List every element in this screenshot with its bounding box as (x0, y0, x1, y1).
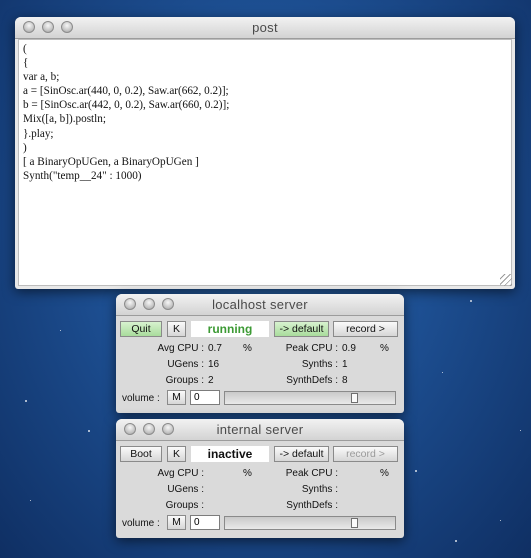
post-line: Mix([a, b]).postln; (23, 113, 106, 126)
minimize-icon[interactable] (42, 21, 54, 33)
window-title: localhost server (212, 297, 308, 312)
post-line: var a, b; (23, 71, 60, 84)
post-text-area[interactable]: ( { var a, b; a = [SinOsc.ar(440, 0, 0.2… (18, 39, 512, 286)
server-status: running (191, 321, 269, 337)
post-line: ) (23, 141, 27, 154)
synthdefs-label: SynthDefs : (286, 500, 338, 511)
internal-server-window: internal server Boot K inactive -> defau… (116, 419, 404, 538)
post-title-bar[interactable]: post (15, 17, 515, 39)
peak-cpu-percent: % (380, 343, 389, 354)
window-title: internal server (216, 422, 304, 437)
minimize-icon[interactable] (143, 298, 155, 310)
avg-cpu-percent: % (243, 468, 252, 479)
avg-cpu-label: Avg CPU : (157, 468, 205, 479)
internal-title-bar[interactable]: internal server (116, 419, 404, 441)
close-icon[interactable] (124, 298, 136, 310)
zoom-icon[interactable] (162, 423, 174, 435)
ugens-value: 16 (208, 359, 220, 370)
close-icon[interactable] (124, 423, 136, 435)
zoom-icon[interactable] (162, 298, 174, 310)
peak-cpu-label: Peak CPU : (285, 343, 338, 354)
post-line: b = [SinOsc.ar(442, 0, 0.2), Saw.ar(660,… (23, 99, 230, 112)
localhost-server-window: localhost server Quit K running -> defau… (116, 294, 404, 413)
resize-grip-icon[interactable] (500, 274, 512, 286)
record-button[interactable]: record > (333, 446, 398, 462)
volume-slider-knob[interactable] (351, 393, 358, 403)
volume-label: volume : (122, 518, 160, 529)
synthdefs-label: SynthDefs : (286, 375, 338, 386)
window-title: post (252, 20, 278, 35)
peak-cpu-label: Peak CPU : (285, 468, 338, 479)
avg-cpu-value: 0.7 (208, 343, 222, 354)
mute-button[interactable]: M (167, 390, 186, 405)
volume-slider[interactable] (224, 391, 396, 405)
synths-label: Synths : (301, 484, 338, 495)
localhost-title-bar[interactable]: localhost server (116, 294, 404, 316)
default-server-button[interactable]: -> default (274, 321, 329, 337)
avg-cpu-percent: % (243, 343, 252, 354)
close-icon[interactable] (23, 21, 35, 33)
synths-value: 1 (342, 359, 348, 370)
mute-button[interactable]: M (167, 515, 186, 530)
post-line: { (23, 57, 29, 70)
post-window: post ( { var a, b; a = [SinOsc.ar(440, 0… (15, 17, 515, 289)
default-server-button[interactable]: -> default (274, 446, 329, 462)
volume-number-field[interactable]: 0 (190, 390, 220, 405)
peak-cpu-value: 0.9 (342, 343, 356, 354)
boot-button[interactable]: Boot (120, 446, 162, 462)
ugens-label: UGens : (167, 359, 204, 370)
ugens-label: UGens : (167, 484, 204, 495)
kill-button[interactable]: K (167, 446, 186, 462)
synthdefs-value: 8 (342, 375, 348, 386)
kill-button[interactable]: K (167, 321, 186, 337)
record-button[interactable]: record > (333, 321, 398, 337)
groups-label: Groups : (165, 375, 204, 386)
peak-cpu-percent: % (380, 468, 389, 479)
volume-label: volume : (122, 393, 160, 404)
minimize-icon[interactable] (143, 423, 155, 435)
groups-label: Groups : (165, 500, 204, 511)
post-line: a = [SinOsc.ar(440, 0, 0.2), Saw.ar(662,… (23, 85, 229, 98)
post-line: Synth("temp__24" : 1000) (23, 169, 142, 182)
volume-slider[interactable] (224, 516, 396, 530)
volume-slider-knob[interactable] (351, 518, 358, 528)
volume-number-field[interactable]: 0 (190, 515, 220, 530)
post-line: }.play; (23, 127, 54, 140)
server-status: inactive (191, 446, 269, 462)
post-line: ( (23, 43, 27, 55)
synths-label: Synths : (301, 359, 338, 370)
post-line: [ a BinaryOpUGen, a BinaryOpUGen ] (23, 155, 199, 168)
zoom-icon[interactable] (61, 21, 73, 33)
quit-button[interactable]: Quit (120, 321, 162, 337)
groups-value: 2 (208, 375, 214, 386)
avg-cpu-label: Avg CPU : (157, 343, 205, 354)
